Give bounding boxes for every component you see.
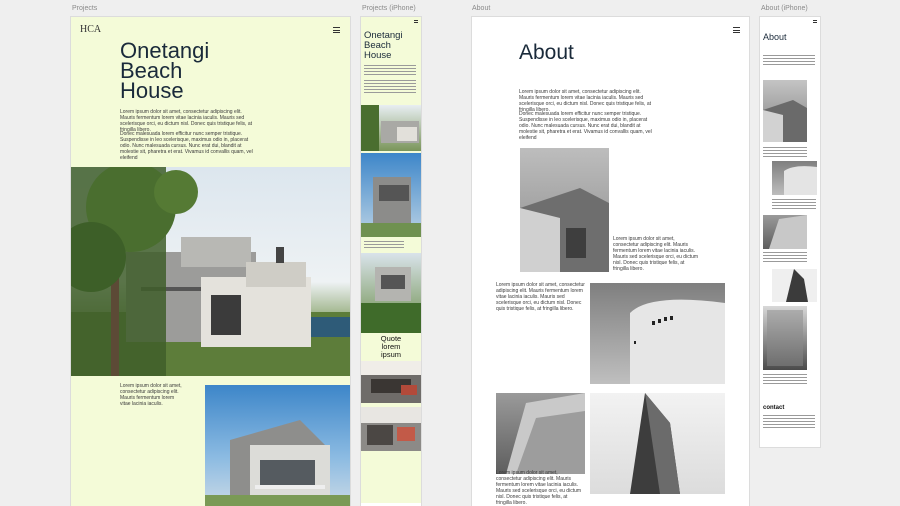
mobile-about-caption-2: [772, 199, 816, 209]
artboard-about[interactable]: About Lorem ipsum dolor sit amet, consec…: [472, 17, 749, 506]
project-title: Onetangi Beach House: [120, 40, 209, 103]
board-label-projects-iphone[interactable]: Projects (iPhone): [362, 5, 416, 12]
mobile-hero-photo: [361, 105, 421, 151]
about-building-photo-1: [520, 148, 609, 272]
board-label-about[interactable]: About: [472, 5, 490, 12]
mobile-about-photo-4: [772, 269, 817, 302]
project-detail-paragraph: Donec malesuada lorem efficitur nunc sem…: [120, 131, 253, 161]
hamburger-menu-icon[interactable]: [813, 20, 817, 23]
mobile-about-caption-4: [763, 374, 807, 386]
mobile-interior-photo: [361, 361, 421, 403]
artboard-about-iphone[interactable]: About contact: [760, 17, 820, 447]
house-balcony-photo: [205, 385, 350, 506]
mobile-about-caption-3: [763, 252, 807, 262]
about-building-photo-2: [590, 283, 725, 384]
mobile-contact-heading: contact: [763, 405, 785, 411]
about-caption-3: Lorem ipsum dolor sit amet, consectetur …: [496, 470, 582, 506]
mobile-title-line: House: [364, 50, 392, 61]
mobile-quote: Quote lorem ipsum: [361, 335, 421, 359]
about-intro-paragraph: Lorem ipsum dolor sit amet, consectetur …: [519, 89, 652, 113]
mobile-about-caption-1: [763, 147, 807, 157]
about-building-photo-4: [590, 393, 725, 494]
artboard-projects[interactable]: HCA Onetangi Beach House Lorem ipsum dol…: [71, 17, 350, 506]
mobile-house-photo-3: [361, 253, 421, 333]
about-caption-1: Lorem ipsum dolor sit amet, consectetur …: [613, 236, 699, 272]
mobile-project-title: Onetangi Beach House: [364, 31, 403, 61]
mobile-about-photo-2: [772, 161, 817, 195]
about-caption-2: Lorem ipsum dolor sit amet, consectetur …: [496, 282, 585, 312]
logo[interactable]: HCA: [80, 24, 101, 35]
mobile-about-title: About: [763, 32, 787, 42]
mobile-about-photo-3: [763, 215, 807, 249]
mobile-intro-text: [364, 65, 416, 77]
mobile-about-photo-1: [763, 80, 807, 142]
about-detail-paragraph: Donec malesuada lorem efficitur nunc sem…: [519, 111, 652, 141]
project-title-line: House: [120, 78, 184, 103]
hamburger-menu-icon[interactable]: [333, 27, 340, 33]
project-intro-paragraph: Lorem ipsum dolor sit amet, consectetur …: [120, 109, 253, 133]
about-building-photo-3: [496, 393, 585, 474]
board-label-about-iphone[interactable]: About (iPhone): [761, 5, 808, 12]
mobile-caption-text: [364, 241, 404, 249]
mobile-detail-text: [364, 80, 416, 94]
project-caption-paragraph: Lorem ipsum dolor sit amet, consectetur …: [120, 383, 182, 407]
hamburger-menu-icon[interactable]: [414, 20, 418, 23]
mobile-contact-text: [763, 415, 815, 429]
mobile-house-photo-2: [361, 153, 421, 237]
hero-house-photo: [71, 167, 350, 376]
mobile-about-photo-5: [763, 306, 807, 370]
mobile-about-intro-text: [763, 55, 815, 67]
about-title: About: [519, 41, 574, 64]
mobile-quote-line: ipsum: [380, 350, 401, 359]
board-label-projects[interactable]: Projects: [72, 5, 97, 12]
hamburger-menu-icon[interactable]: [733, 27, 740, 33]
artboard-projects-iphone[interactable]: Onetangi Beach House Quote lorem ipsum: [361, 17, 421, 506]
mobile-interior-photo-2: [361, 407, 421, 451]
